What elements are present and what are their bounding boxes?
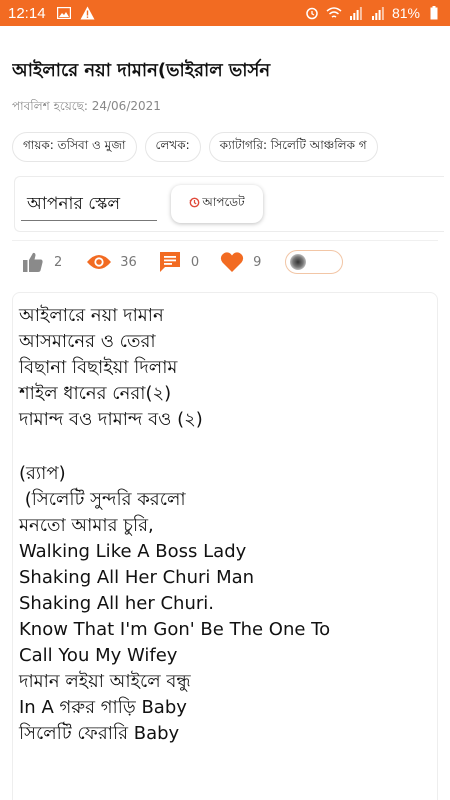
- lyric-line: In A গরুর গাড়ি Baby: [19, 697, 187, 718]
- signal-icon: [348, 5, 364, 21]
- stats-row: 2 36 0 9: [20, 248, 440, 276]
- view-stat: 36: [86, 250, 137, 274]
- lyric-line: (সিলেটি সুন্দরি করলো: [19, 489, 186, 510]
- update-button[interactable]: আপডেট: [171, 185, 263, 223]
- status-bar: 12:14 81%: [0, 0, 450, 26]
- lyric-line: সিলেটি ফেরারি Baby: [19, 723, 180, 744]
- heart-count: 9: [253, 254, 262, 270]
- lyric-line: Know That I'm Gon' Be The One To: [19, 619, 331, 640]
- image-icon: [56, 5, 72, 21]
- heart-icon[interactable]: [219, 250, 245, 274]
- divider: [12, 240, 438, 241]
- lyric-line: আইলারে নয়া দামান: [19, 305, 164, 326]
- lyrics-card: আইলারে নয়া দামান আসমানের ও তেরা বিছানা …: [12, 292, 438, 800]
- like-count: 2: [54, 254, 63, 270]
- thumbs-up-icon[interactable]: [20, 250, 46, 274]
- published-date: পাবলিশ হয়েছে: 24/06/2021: [12, 99, 161, 113]
- scale-card: আপনার স্কেল আপডেট: [14, 176, 444, 232]
- mode-toggle[interactable]: [285, 250, 344, 274]
- chip-category[interactable]: ক্যাটাগরি: সিলেটি আঞ্চলিক গ: [208, 132, 378, 162]
- lyric-line: Walking Like A Boss Lady: [19, 541, 247, 562]
- lyric-line: Shaking All Her Churi Man: [19, 567, 255, 588]
- warning-icon: [80, 5, 96, 21]
- lyric-line: দামান্দ বও দামান্দ বও (২): [19, 409, 203, 430]
- comment-count: 0: [190, 254, 200, 270]
- history-icon: [189, 197, 200, 211]
- like-stat[interactable]: 2: [20, 250, 62, 274]
- lyric-line: [19, 433, 431, 461]
- lyric-line: Shaking All her Churi.: [19, 593, 214, 614]
- toggle-knob[interactable]: [290, 254, 307, 270]
- lyric-line: বিছানা বিছাইয়া দিলাম: [19, 357, 178, 378]
- status-time: 12:14: [8, 4, 46, 22]
- comment-icon[interactable]: [157, 250, 183, 274]
- info-chips: গায়ক: তসিবা ও মুজা লেখক: ক্যাটাগরি: সিল…: [12, 132, 450, 162]
- lyric-line: দামান লইয়া আইলে বন্ধু: [19, 671, 191, 692]
- heart-stat[interactable]: 9: [219, 250, 261, 274]
- chip-writer[interactable]: লেখক:: [144, 132, 201, 162]
- view-count: 36: [120, 254, 137, 270]
- signal-icon: [370, 5, 386, 21]
- lyric-line: আসমানের ও তেরা: [19, 331, 156, 352]
- chip-singer[interactable]: গায়ক: তসিবা ও মুজা: [12, 132, 137, 162]
- comment-stat[interactable]: 0: [157, 250, 199, 274]
- lyric-line: (র‍্যাপ): [19, 463, 66, 484]
- battery-icon: [426, 5, 442, 21]
- lyric-line: শাইল ধানের নেরা(২): [19, 383, 172, 404]
- alarm-icon: [304, 5, 320, 21]
- battery-percent: 81%: [391, 5, 420, 21]
- lyric-line: Call You My Wifey: [19, 645, 178, 666]
- wifi-icon: [326, 5, 342, 21]
- eye-icon: [86, 250, 112, 274]
- scale-field[interactable]: আপনার স্কেল: [21, 189, 157, 221]
- lyric-line: মনতো আমার চুরি,: [19, 515, 154, 536]
- update-label: আপডেট: [202, 195, 245, 209]
- song-title: আইলারে নয়া দামান(ভাইরাল ভার্সন: [12, 60, 271, 81]
